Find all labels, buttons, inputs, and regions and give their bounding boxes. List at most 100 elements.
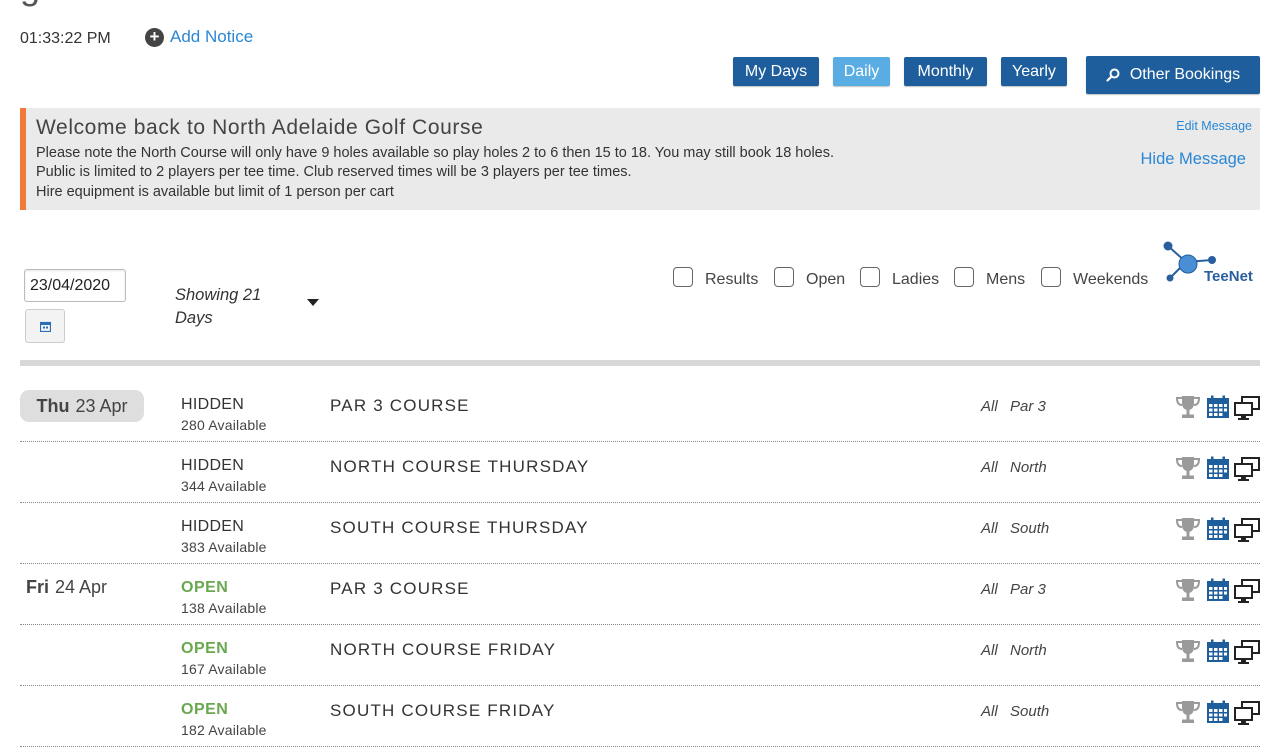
status-badge: OPEN: [181, 579, 229, 596]
status-badge: OPEN: [181, 640, 229, 657]
chevron-down-icon[interactable]: [307, 299, 319, 306]
edit-message-link[interactable]: Edit Message: [1176, 119, 1252, 133]
teenet-logo: TeeNet: [1163, 241, 1253, 285]
filter-weekends[interactable]: Weekends: [1041, 265, 1148, 289]
course-name[interactable]: PAR 3 COURSE: [330, 579, 470, 599]
monitor-icon[interactable]: [1233, 578, 1261, 604]
table-row[interactable]: HIDDEN 383 Available SOUTH COURSE THURSD…: [20, 502, 1260, 564]
trophy-icon[interactable]: [1174, 455, 1202, 481]
hide-message-link[interactable]: Hide Message: [1141, 150, 1246, 169]
open-checkbox[interactable]: [774, 267, 794, 287]
clock: 01:33:22 PM: [20, 30, 111, 47]
filter-results[interactable]: Results: [673, 265, 758, 289]
filter-label: Ladies: [892, 271, 940, 288]
notice-title: Welcome back to North Adelaide Golf Cour…: [36, 116, 484, 139]
welcome-notice: Welcome back to North Adelaide Golf Cour…: [20, 108, 1260, 210]
mens-checkbox[interactable]: [954, 267, 974, 287]
notice-line: Please note the North Course will only h…: [36, 145, 835, 161]
availability-count: 383 Available: [181, 539, 267, 555]
calendar-icon[interactable]: [1206, 517, 1230, 541]
calendar-icon[interactable]: [1206, 578, 1230, 602]
filter-open[interactable]: Open: [774, 265, 845, 289]
course-type: North: [1010, 642, 1047, 659]
trophy-icon[interactable]: [1174, 699, 1202, 725]
table-row[interactable]: HIDDEN 344 Available NORTH COURSE THURSD…: [20, 441, 1260, 503]
date-picker-button[interactable]: [25, 309, 65, 343]
course-name[interactable]: SOUTH COURSE FRIDAY: [330, 701, 556, 721]
trophy-icon[interactable]: [1174, 638, 1202, 664]
course-name[interactable]: SOUTH COURSE THURSDAY: [330, 518, 589, 538]
day-of-week: Fri: [26, 577, 50, 597]
plus-circle-icon: +: [145, 27, 164, 47]
monitor-icon[interactable]: [1233, 639, 1261, 665]
status-badge: HIDDEN: [181, 518, 245, 535]
other-bookings-button[interactable]: Other Bookings: [1086, 56, 1260, 94]
monitor-icon[interactable]: [1233, 456, 1261, 482]
add-notice-label: Add Notice: [170, 27, 254, 46]
weekends-checkbox[interactable]: [1041, 267, 1061, 287]
member-type: All: [981, 398, 998, 415]
yearly-button[interactable]: Yearly: [1001, 57, 1067, 86]
ladies-checkbox[interactable]: [860, 267, 880, 287]
calendar-icon[interactable]: [1206, 456, 1230, 480]
other-bookings-label: Other Bookings: [1129, 66, 1241, 83]
trophy-icon[interactable]: [1174, 516, 1202, 542]
my-days-button[interactable]: My Days: [733, 57, 819, 86]
status-badge: OPEN: [181, 701, 229, 718]
monitor-icon[interactable]: [1233, 395, 1261, 421]
course-name[interactable]: NORTH COURSE FRIDAY: [330, 640, 556, 660]
table-row[interactable]: Fri 24 Apr OPEN 138 Available PAR 3 COURS…: [20, 563, 1260, 625]
status-badge: HIDDEN: [181, 457, 245, 474]
monitor-icon[interactable]: [1233, 700, 1261, 726]
day-label: Fri 24 Apr: [26, 577, 107, 598]
table-row[interactable]: OPEN 182 Available SOUTH COURSE FRIDAY A…: [20, 685, 1260, 747]
monthly-button[interactable]: Monthly: [904, 57, 987, 86]
filter-label: Open: [806, 271, 846, 288]
list-divider: [20, 360, 1260, 366]
course-type: South: [1010, 520, 1050, 537]
notice-line: Hire equipment is available but limit of…: [36, 184, 394, 200]
course-type: Par 3: [1010, 581, 1046, 598]
showing-days-label: Showing 21 Days: [175, 286, 262, 327]
day-label: Thu 23 Apr: [20, 390, 144, 422]
status-badge: HIDDEN: [181, 396, 245, 413]
availability-count: 182 Available: [181, 722, 267, 738]
filter-ladies[interactable]: Ladies: [860, 265, 939, 289]
teenet-logo-text: TeeNet: [1204, 268, 1253, 285]
member-type: All: [981, 581, 998, 598]
add-notice-link[interactable]: + Add Notice: [145, 27, 253, 47]
filter-label: Mens: [986, 271, 1026, 288]
day-date: 24 Apr: [55, 577, 108, 597]
trophy-icon[interactable]: [1174, 577, 1202, 603]
availability-count: 167 Available: [181, 661, 267, 677]
results-checkbox[interactable]: [673, 267, 693, 287]
member-type: All: [981, 520, 998, 537]
trophy-icon[interactable]: [1174, 394, 1202, 420]
availability-count: 138 Available: [181, 600, 267, 616]
course-type: Par 3: [1010, 398, 1046, 415]
search-icon: [1106, 68, 1120, 82]
filter-label: Weekends: [1073, 271, 1149, 288]
table-row[interactable]: OPEN 167 Available NORTH COURSE FRIDAY A…: [20, 624, 1260, 686]
member-type: All: [981, 459, 998, 476]
calendar-icon: [39, 321, 51, 332]
member-type: All: [981, 642, 998, 659]
calendar-icon[interactable]: [1206, 395, 1230, 419]
course-type: North: [1010, 459, 1047, 476]
course-name[interactable]: PAR 3 COURSE: [330, 396, 470, 416]
member-type: All: [981, 703, 998, 720]
calendar-icon[interactable]: [1206, 639, 1230, 663]
table-row[interactable]: Thu 23 Apr HIDDEN 280 Available PAR 3 COU…: [20, 380, 1260, 442]
day-of-week: Thu: [36, 395, 70, 416]
page-title-fragment: g: [20, 0, 40, 8]
notice-line: Public is limited to 2 players per tee t…: [36, 164, 632, 180]
date-input[interactable]: [24, 269, 126, 302]
availability-count: 280 Available: [181, 417, 267, 433]
availability-count: 344 Available: [181, 478, 267, 494]
daily-button[interactable]: Daily: [833, 57, 890, 86]
filter-label: Results: [705, 271, 759, 288]
monitor-icon[interactable]: [1233, 517, 1261, 543]
calendar-icon[interactable]: [1206, 700, 1230, 724]
filter-mens[interactable]: Mens: [954, 265, 1025, 289]
course-name[interactable]: NORTH COURSE THURSDAY: [330, 457, 589, 477]
